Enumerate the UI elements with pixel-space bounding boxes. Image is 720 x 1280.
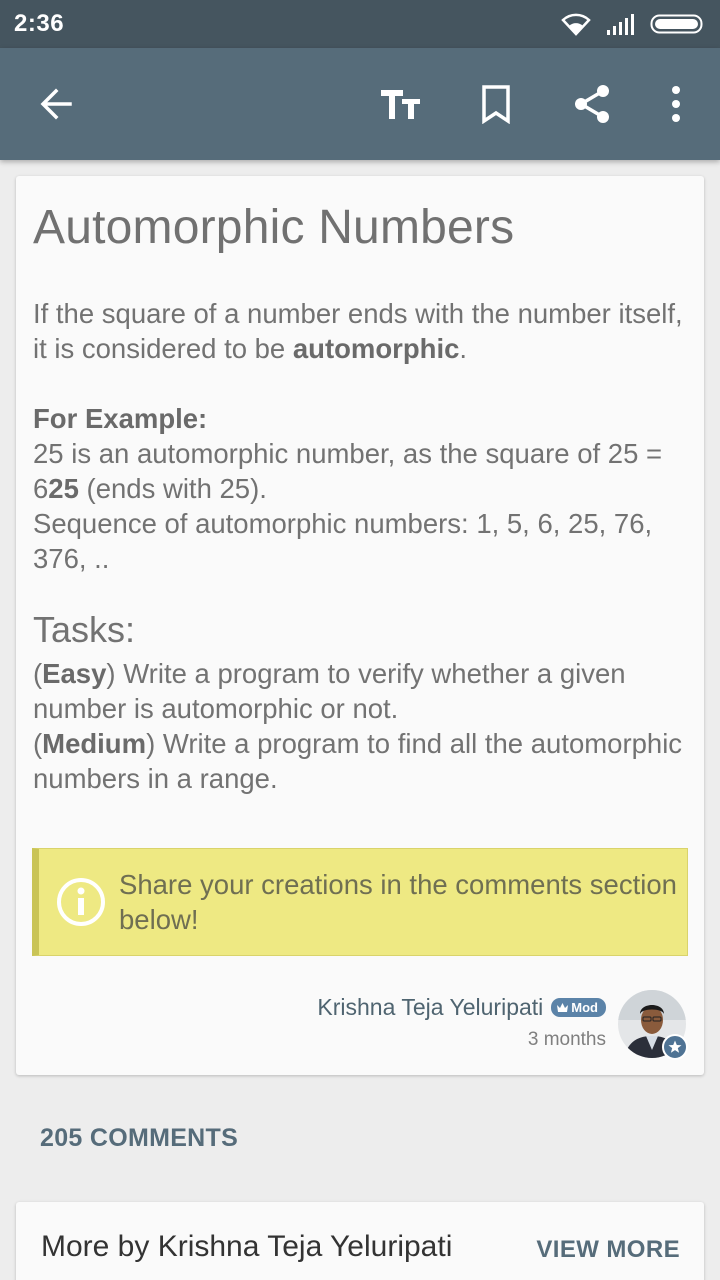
more-by-author-card: More by Krishna Teja Yeluripati VIEW MOR… [16, 1202, 704, 1280]
comments-count[interactable]: 205 COMMENTS [40, 1124, 238, 1153]
text-size-icon [381, 90, 420, 119]
mod-badge-label: Mod [571, 1000, 598, 1015]
text-size-button[interactable] [372, 76, 428, 132]
bookmark-button[interactable] [468, 76, 524, 132]
author-name[interactable]: Krishna Teja Yeluripati [317, 994, 543, 1021]
author-avatar[interactable] [618, 990, 688, 1060]
status-bar: 2:36 [0, 0, 720, 48]
post-time: 3 months [527, 1029, 606, 1050]
app-toolbar [0, 48, 720, 160]
more-options-button[interactable] [648, 76, 704, 132]
status-icons [560, 12, 706, 36]
example-line-1: 25 is an automorphic number, as the squa… [33, 438, 662, 504]
bookmark-icon [482, 85, 510, 124]
task-easy-level: Easy [42, 658, 107, 689]
notice-text: Share your creations in the comments sec… [119, 869, 677, 935]
status-time: 2:36 [14, 10, 65, 37]
star-icon [662, 1034, 688, 1060]
task-medium-level: Medium [42, 728, 147, 759]
tasks-heading: Tasks: [33, 609, 136, 650]
author-info[interactable]: Krishna Teja Yeluripati Mod 3 months [317, 994, 606, 1051]
example-line-2: Sequence of automorphic numbers: 1, 5, 6… [33, 508, 653, 574]
share-icon [575, 85, 609, 123]
signal-icon [607, 14, 634, 35]
example-line-1-end: (ends with 25). [78, 473, 267, 504]
wifi-icon [561, 13, 591, 36]
back-button[interactable] [28, 76, 84, 132]
intro-text-end: . [459, 333, 468, 364]
mod-badge: Mod [551, 998, 606, 1017]
more-by-title: More by Krishna Teja Yeluripati [41, 1230, 453, 1263]
back-arrow-icon [40, 88, 72, 120]
example-line-1-bold: 25 [48, 473, 79, 504]
example-heading: For Example: [33, 403, 208, 434]
task-medium: (Medium) Write a program to find all the… [33, 728, 683, 794]
example-section: For Example: 25 is an automorphic number… [33, 401, 693, 576]
author-name-line: Krishna Teja Yeluripati Mod [317, 994, 606, 1021]
battery-icon [650, 14, 703, 34]
info-notice: Share your creations in the comments sec… [32, 848, 688, 956]
more-vert-icon [672, 86, 680, 122]
intro-bold-term: automorphic [292, 333, 460, 364]
article-title: Automorphic Numbers [33, 201, 515, 254]
article-intro: If the square of a number ends with the … [33, 296, 693, 366]
task-easy-text: Write a program to verify whether a give… [33, 658, 626, 724]
view-more-button[interactable]: VIEW MORE [536, 1236, 680, 1264]
crown-icon [557, 1003, 569, 1012]
tasks-list: (Easy) Write a program to verify whether… [33, 656, 693, 796]
task-easy: (Easy) Write a program to verify whether… [33, 658, 626, 724]
article-card: Automorphic Numbers If the square of a n… [16, 176, 704, 1075]
share-button[interactable] [564, 76, 620, 132]
info-icon [57, 878, 105, 926]
